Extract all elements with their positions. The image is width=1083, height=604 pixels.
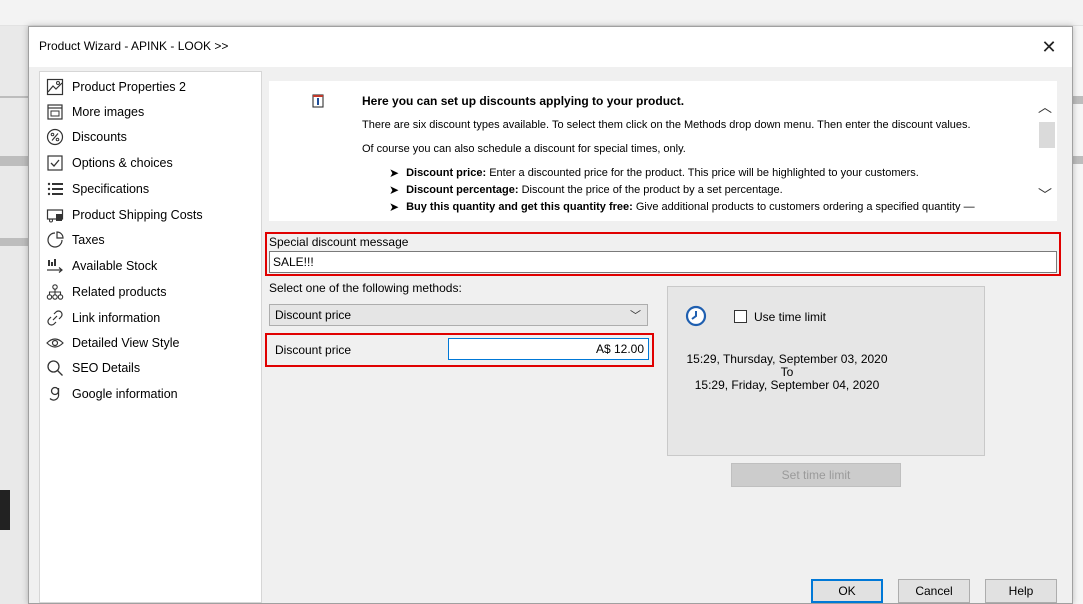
- link-icon: [46, 309, 64, 327]
- pie-icon: [46, 231, 64, 249]
- bullet-arrow-icon: ➤: [389, 183, 400, 197]
- help-paragraph: There are six discount types available. …: [362, 119, 971, 131]
- help-bullet: ➤ Buy this quantity and get this quantit…: [389, 200, 975, 214]
- dialog-title: Product Wizard - APINK - LOOK >>: [39, 39, 229, 53]
- product-wizard-dialog: Product Wizard - APINK - LOOK >> ✕ Produ…: [28, 26, 1073, 604]
- bullet-text: Enter a discounted price for the product…: [489, 167, 919, 179]
- highlight-box-message: [265, 232, 1061, 276]
- nav-item-label: Specifications: [72, 182, 150, 196]
- bullet-arrow-icon: ➤: [389, 166, 400, 180]
- nav-item-label: Product Properties 2: [72, 80, 186, 94]
- stock-icon: [46, 257, 64, 275]
- chevron-up-icon[interactable]: ︿: [1038, 97, 1052, 117]
- gallery-icon: [46, 103, 64, 121]
- close-button[interactable]: ✕: [1026, 27, 1072, 67]
- help-scrollbar[interactable]: ︿ ﹀: [1031, 81, 1057, 221]
- nav-item-more-images[interactable]: More images: [46, 101, 144, 123]
- nav-item-seo-details[interactable]: SEO Details: [46, 357, 140, 379]
- scroll-thumb[interactable]: [1039, 122, 1055, 148]
- truck-icon: [46, 206, 64, 224]
- nav-item-label: Available Stock: [72, 259, 158, 273]
- help-bullet: ➤ Discount price: Enter a discounted pri…: [389, 166, 919, 180]
- wizard-nav: Product Properties 2 More images Discoun…: [39, 71, 262, 603]
- nav-item-available-stock[interactable]: Available Stock: [46, 255, 157, 277]
- nav-item-taxes[interactable]: Taxes: [46, 229, 105, 251]
- checkbox-icon: [46, 154, 64, 172]
- nav-item-link-information[interactable]: Link information: [46, 307, 160, 329]
- clock-icon: [685, 305, 707, 327]
- nav-item-specifications[interactable]: Specifications: [46, 178, 149, 200]
- time-limit-panel: Use time limit 15:29, Thursday, Septembe…: [667, 286, 985, 456]
- set-time-limit-button[interactable]: Set time limit: [731, 463, 901, 487]
- ok-button[interactable]: OK: [811, 579, 883, 603]
- help-paragraph: Of course you can also schedule a discou…: [362, 143, 686, 155]
- background-divider: [0, 490, 10, 530]
- help-bullet: ➤ Discount percentage: Discount the pric…: [389, 183, 783, 197]
- time-end: 15:29, Friday, September 04, 2020: [694, 378, 880, 392]
- bullet-term: Discount percentage:: [406, 184, 519, 196]
- list-icon: [46, 180, 64, 198]
- time-range: 15:29, Thursday, September 03, 2020 To 1…: [668, 353, 906, 392]
- nav-item-label: More images: [72, 105, 145, 119]
- use-time-limit-checkbox[interactable]: [734, 310, 747, 323]
- background-toolbar: [0, 0, 1083, 26]
- nav-item-shipping-costs[interactable]: Product Shipping Costs: [46, 204, 203, 226]
- nav-item-label: SEO Details: [72, 361, 141, 375]
- nav-item-detailed-view-style[interactable]: Detailed View Style: [46, 332, 179, 354]
- title-bar: Product Wizard - APINK - LOOK >> ✕: [29, 27, 1072, 67]
- nav-item-label: Related products: [72, 285, 167, 299]
- methods-select[interactable]: Discount price ﹀: [269, 304, 648, 326]
- discounts-page: Here you can set up discounts applying t…: [265, 81, 1064, 551]
- methods-selected-value: Discount price: [275, 308, 352, 322]
- use-time-limit-label: Use time limit: [754, 310, 827, 324]
- background-divider: [0, 238, 28, 246]
- hierarchy-icon: [46, 283, 64, 301]
- nav-item-options-choices[interactable]: Options & choices: [46, 152, 173, 174]
- nav-item-label: Google information: [72, 387, 178, 401]
- bullet-term: Buy this quantity and get this quantity …: [406, 201, 633, 213]
- nav-item-label: Link information: [72, 311, 161, 325]
- chevron-down-icon[interactable]: ﹀: [1038, 185, 1052, 205]
- nav-item-label: Taxes: [72, 233, 105, 247]
- nav-item-label: Detailed View Style: [72, 336, 180, 350]
- help-button[interactable]: Help: [985, 579, 1057, 603]
- chevron-down-icon: ﹀: [630, 310, 641, 322]
- eye-icon: [46, 334, 64, 352]
- bullet-term: Discount price:: [406, 167, 487, 179]
- nav-item-google-information[interactable]: Google information: [46, 383, 178, 405]
- methods-label: Select one of the following methods:: [269, 281, 462, 295]
- cancel-button[interactable]: Cancel: [898, 579, 970, 603]
- close-icon: ✕: [1041, 36, 1057, 57]
- nav-item-label: Product Shipping Costs: [72, 208, 203, 222]
- background-divider: [0, 96, 28, 98]
- image-icon: [46, 78, 64, 96]
- percent-icon: [46, 128, 64, 146]
- google-icon: [46, 385, 64, 403]
- nav-item-related-products[interactable]: Related products: [46, 281, 167, 303]
- nav-item-label: Discounts: [72, 130, 127, 144]
- bullet-text: Give additional products to customers or…: [635, 201, 975, 213]
- nav-item-product-properties[interactable]: Product Properties 2: [46, 76, 186, 98]
- bullet-text: Discount the price of the product by a s…: [521, 184, 783, 196]
- nav-item-discounts[interactable]: Discounts: [46, 126, 127, 148]
- background-divider: [0, 156, 28, 166]
- nav-item-label: Options & choices: [72, 156, 173, 170]
- search-icon: [46, 359, 64, 377]
- help-heading: Here you can set up discounts applying t…: [362, 94, 685, 108]
- help-panel: Here you can set up discounts applying t…: [269, 81, 1057, 221]
- highlight-box-price: [265, 333, 654, 367]
- bullet-arrow-icon: ➤: [389, 200, 400, 214]
- info-book-icon: [311, 94, 325, 108]
